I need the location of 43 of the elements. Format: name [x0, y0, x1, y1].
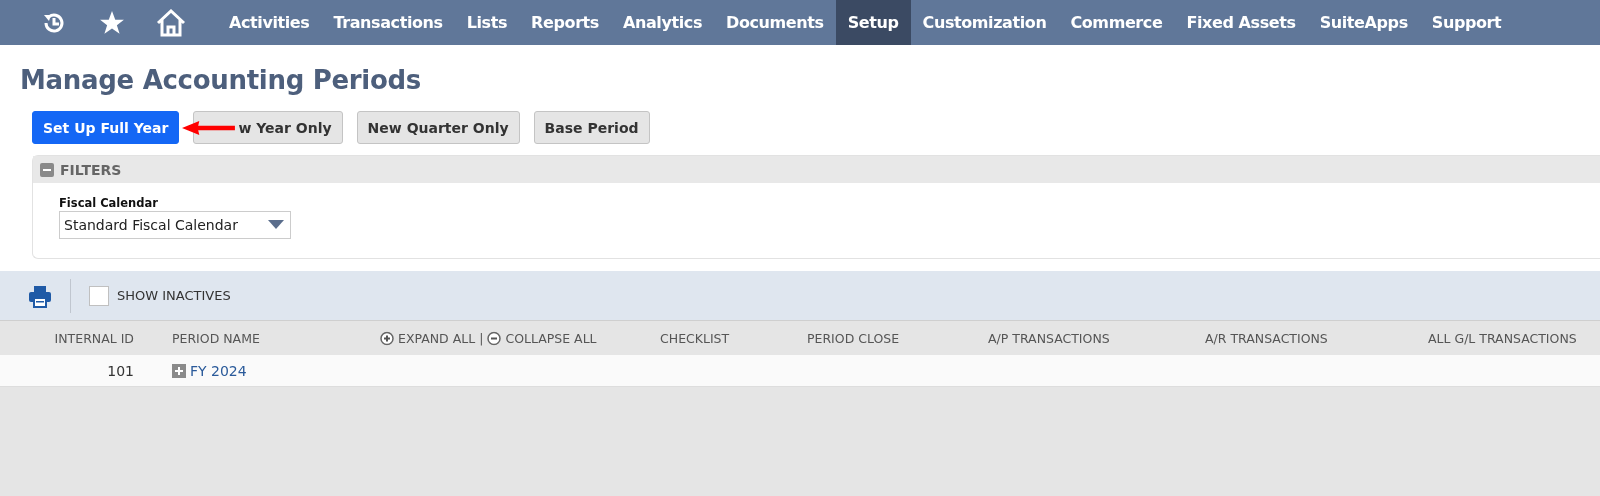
caret-icon	[268, 220, 284, 230]
show-inactives-checkbox[interactable]	[89, 285, 109, 306]
column-header: ALL G/L TRANSACTIONS	[1428, 330, 1577, 346]
filters-header[interactable]: FILTERS	[33, 156, 1600, 183]
expand-icon[interactable]	[172, 363, 186, 378]
print-icon[interactable]	[28, 283, 52, 308]
nav-tab[interactable]: Documents	[714, 0, 836, 45]
column-header: A/R TRANSACTIONS	[1205, 330, 1328, 346]
nav-tab[interactable]: Reports	[519, 0, 611, 45]
star-icon[interactable]	[99, 9, 125, 36]
fiscal-calendar-dropdown[interactable]: Standard Fiscal Calendar	[59, 211, 291, 239]
nav-tab[interactable]: Commerce	[1058, 0, 1175, 45]
column-header: PERIOD CLOSE	[807, 330, 900, 346]
nav-tab[interactable]: Lists	[454, 0, 520, 45]
column-header: CHECKLIST	[660, 330, 730, 346]
nav-tab[interactable]: Transactions	[321, 0, 455, 45]
home-icon[interactable]	[156, 8, 186, 37]
column-header: PERIOD NAME	[172, 330, 260, 346]
separator: |	[479, 330, 484, 346]
table-cell: 101	[107, 362, 134, 379]
nav-tab[interactable]: Support	[1419, 0, 1514, 45]
collapse-icon[interactable]	[40, 162, 54, 177]
nav-tab[interactable]: Analytics	[611, 0, 715, 45]
nav-tab[interactable]: Fixed Assets	[1174, 0, 1308, 45]
new-year-button[interactable]: w Year Only	[193, 111, 343, 144]
expand-all-link[interactable]: EXPAND ALL	[398, 330, 476, 346]
collapse-all-icon[interactable]	[487, 331, 502, 345]
nav-tab[interactable]: Setup	[835, 0, 911, 45]
expand-all-icon[interactable]	[380, 331, 394, 345]
nav-tab[interactable]: Activities	[217, 0, 322, 45]
page-title: Manage Accounting Periods	[20, 65, 422, 95]
nav-tab[interactable]: SuiteApps	[1307, 0, 1420, 45]
field-label: Fiscal Calendar	[59, 196, 159, 210]
action-button[interactable]: Set Up Full Year	[32, 111, 180, 144]
action-button[interactable]: New Quarter Only	[356, 111, 520, 144]
action-button[interactable]: Base Period	[533, 111, 650, 144]
collapse-all-link[interactable]: COLLAPSE ALL	[505, 330, 597, 346]
column-header: INTERNAL ID	[54, 330, 134, 346]
filters-title: FILTERS	[60, 161, 122, 178]
column-header: A/P TRANSACTIONS	[988, 330, 1110, 346]
period-link[interactable]: FY 2024	[190, 362, 247, 379]
checkbox-label: SHOW INACTIVES	[117, 288, 231, 303]
nav-tab[interactable]: Customization	[910, 0, 1059, 45]
